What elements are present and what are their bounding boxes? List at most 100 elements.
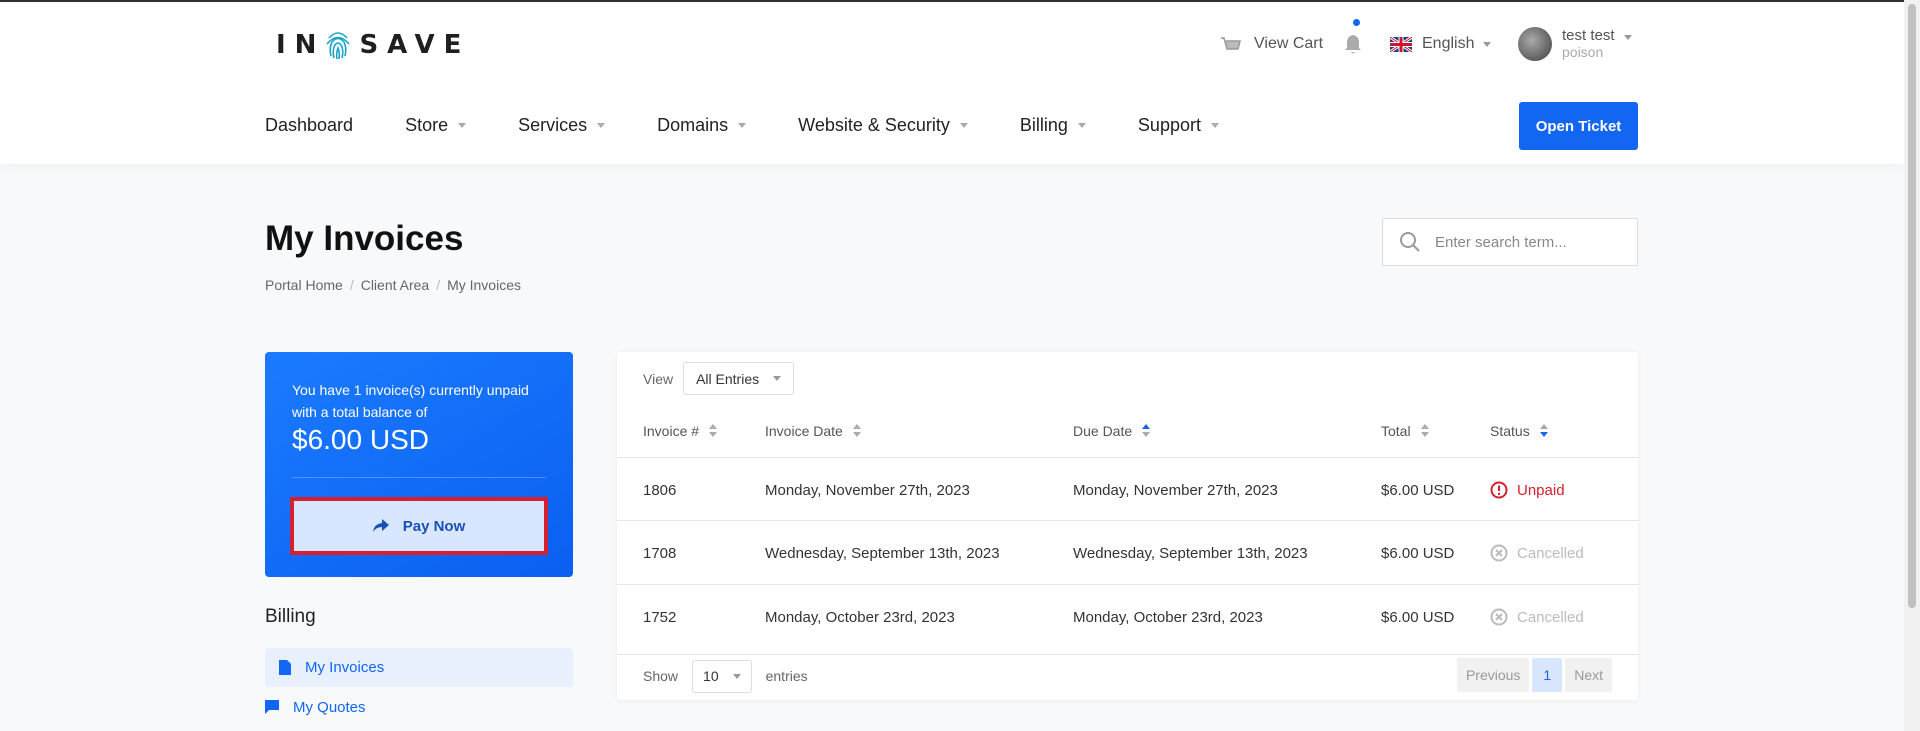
pagination-previous[interactable]: Previous	[1456, 658, 1530, 692]
sidebar-item-my-invoices[interactable]: My Invoices	[265, 648, 573, 687]
user-menu[interactable]: test test poison	[1518, 26, 1632, 62]
invoice-number: 1708	[643, 544, 677, 562]
pay-now-button[interactable]: Pay Now	[290, 497, 548, 555]
pay-now-label: Pay Now	[402, 517, 466, 535]
divider	[292, 477, 546, 478]
status-badge: Cancelled	[1490, 521, 1584, 585]
invoices-table: View All Entries Invoice # Invoice Date …	[617, 352, 1638, 700]
sort-icon	[1539, 424, 1548, 438]
chevron-down-icon	[597, 122, 606, 128]
chevron-down-icon	[1077, 122, 1086, 128]
user-subtitle: poison	[1562, 44, 1604, 60]
open-ticket-button[interactable]: Open Ticket	[1519, 102, 1638, 150]
invoice-date: Wednesday, September 13th, 2023	[765, 544, 1000, 562]
due-date: Wednesday, September 13th, 2023	[1073, 544, 1308, 562]
chevron-down-icon	[732, 673, 741, 679]
pagination-next[interactable]: Next	[1565, 658, 1612, 692]
page-length-control: Show 10 entries	[643, 658, 808, 694]
uk-flag-icon	[1390, 36, 1412, 52]
exclamation-circle-icon	[1490, 481, 1508, 499]
nav-domains[interactable]: Domains	[657, 110, 747, 140]
view-select-value: All Entries	[696, 370, 760, 387]
x-circle-icon	[1490, 608, 1508, 626]
table-row[interactable]: 1708 Wednesday, September 13th, 2023 Wed…	[617, 520, 1638, 584]
sidebar-heading: Billing	[265, 606, 316, 627]
search-box[interactable]	[1382, 218, 1638, 266]
scrollbar[interactable]	[1904, 0, 1920, 731]
column-invoice-date[interactable]: Invoice Date	[765, 423, 861, 439]
column-status[interactable]: Status	[1490, 423, 1548, 439]
status-label: Cancelled	[1517, 544, 1584, 562]
user-name: test test	[1562, 27, 1615, 44]
due-date: Monday, October 23rd, 2023	[1073, 608, 1263, 626]
bell-icon	[1345, 35, 1361, 54]
x-circle-icon	[1490, 544, 1508, 562]
notifications-button[interactable]	[1343, 19, 1363, 62]
sort-icon	[1142, 424, 1151, 438]
invoice-total: $6.00 USD	[1381, 608, 1455, 626]
invoice-date: Monday, November 27th, 2023	[765, 481, 970, 499]
view-cart-label: View Cart	[1254, 35, 1324, 52]
site-header: IN SAVE View Cart English test test pois…	[0, 2, 1904, 164]
nav-support[interactable]: Support	[1138, 110, 1219, 140]
sidebar-item-label: My Quotes	[293, 698, 366, 716]
chevron-down-icon	[1483, 41, 1492, 47]
chevron-down-icon	[458, 122, 467, 128]
chat-icon	[265, 700, 279, 714]
status-label: Unpaid	[1517, 481, 1565, 499]
chevron-down-icon	[738, 122, 747, 128]
view-cart-link[interactable]: View Cart	[1220, 26, 1323, 62]
cart-icon	[1221, 37, 1241, 50]
avatar	[1518, 27, 1552, 61]
notification-dot	[1353, 19, 1360, 26]
sort-icon	[852, 424, 861, 438]
due-date: Monday, November 27th, 2023	[1073, 481, 1278, 499]
page-length-select[interactable]: 10	[692, 659, 752, 693]
sidebar-item-my-quotes[interactable]: My Quotes	[265, 688, 573, 726]
nav-dashboard[interactable]: Dashboard	[265, 110, 353, 140]
language-label: English	[1422, 35, 1475, 52]
sidebar-item-label: My Invoices	[305, 659, 385, 676]
table-row[interactable]: 1752 Monday, October 23rd, 2023 Monday, …	[617, 584, 1638, 648]
scrollbar-thumb[interactable]	[1908, 4, 1916, 608]
breadcrumb-portal-home[interactable]: Portal Home	[265, 277, 343, 293]
document-icon	[279, 660, 291, 675]
column-invoice-number[interactable]: Invoice #	[643, 423, 718, 439]
balance-amount: $6.00 USD	[292, 424, 429, 455]
nav-services[interactable]: Services	[518, 110, 606, 140]
entries-label: entries	[765, 668, 808, 684]
page-title: My Invoices	[265, 219, 464, 258]
invoice-total: $6.00 USD	[1381, 481, 1455, 499]
chevron-down-icon	[1623, 34, 1632, 40]
nav-store[interactable]: Store	[405, 110, 467, 140]
pagination: Previous 1 Next	[1454, 658, 1612, 692]
invoice-number: 1752	[643, 608, 677, 626]
breadcrumb-separator: /	[349, 277, 354, 293]
invoice-number: 1806	[643, 481, 677, 499]
main-nav: Dashboard Store Services Domains Website…	[265, 110, 1271, 140]
chevron-down-icon	[1210, 122, 1219, 128]
breadcrumb-client-area[interactable]: Client Area	[361, 277, 429, 293]
show-label: Show	[643, 668, 679, 684]
share-arrow-icon	[372, 519, 389, 532]
view-select[interactable]: All Entries	[683, 362, 795, 395]
status-badge: Unpaid	[1490, 458, 1565, 522]
sort-icon	[1420, 424, 1429, 438]
table-row[interactable]: 1806 Monday, November 27th, 2023 Monday,…	[617, 457, 1638, 521]
column-total[interactable]: Total	[1381, 423, 1429, 439]
chevron-down-icon	[959, 122, 968, 128]
column-due-date[interactable]: Due Date	[1073, 423, 1151, 439]
view-label: View	[643, 370, 674, 387]
nav-billing[interactable]: Billing	[1020, 110, 1086, 140]
nav-website-security[interactable]: Website & Security	[798, 110, 968, 140]
pagination-page-1[interactable]: 1	[1532, 658, 1563, 692]
breadcrumb: Portal Home / Client Area / My Invoices	[265, 277, 521, 293]
breadcrumb-current: My Invoices	[447, 277, 521, 293]
invoice-total: $6.00 USD	[1381, 544, 1455, 562]
unpaid-balance-card: You have 1 invoice(s) currently unpaid w…	[265, 352, 573, 577]
view-filter: View All Entries	[643, 362, 795, 395]
search-input[interactable]	[1435, 233, 1625, 251]
language-selector[interactable]: English	[1390, 26, 1492, 62]
page-length-value: 10	[703, 668, 719, 684]
breadcrumb-separator: /	[436, 277, 441, 293]
